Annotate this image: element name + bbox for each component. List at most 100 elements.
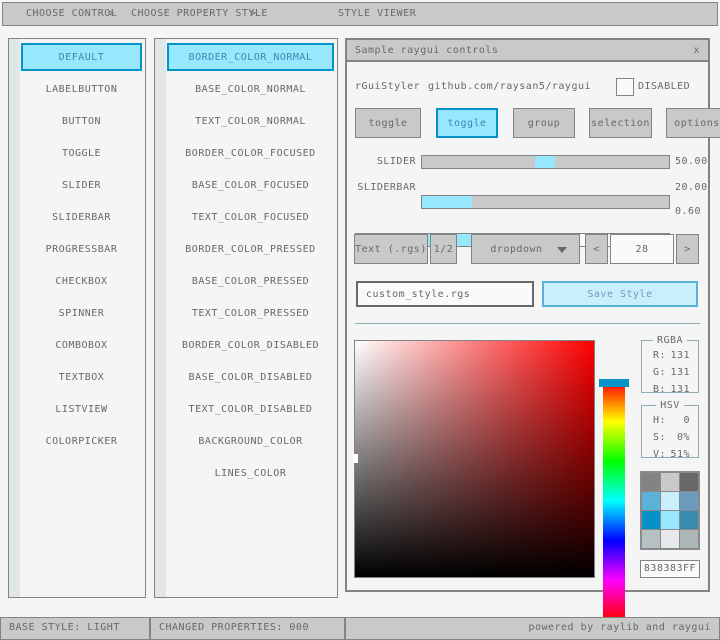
half-button[interactable]: 1/2 xyxy=(430,234,457,264)
toggle-group-item-2[interactable]: group xyxy=(513,108,575,138)
color-picker-area[interactable] xyxy=(354,340,595,578)
toggle-group-item-0[interactable]: toggle xyxy=(355,108,421,138)
rgba-row-b: B: 131 xyxy=(642,383,698,397)
control-item-checkbox[interactable]: CHECKBOX xyxy=(21,267,142,295)
hsv-group: HSV H: 0 S: 0% V: 51% xyxy=(641,405,699,458)
hsv-row-h: H: 0 xyxy=(642,414,698,428)
statusbar-changed-properties: CHANGED PROPERTIES: 000 xyxy=(150,617,345,640)
style-color-swatch[interactable] xyxy=(680,511,698,529)
control-item-sliderbar[interactable]: SLIDERBAR xyxy=(21,203,142,231)
spinner-increment-button[interactable]: > xyxy=(676,234,699,264)
slider-value: 50.00 xyxy=(675,155,708,169)
style-color-swatch[interactable] xyxy=(661,511,679,529)
control-item-colorpicker[interactable]: COLORPICKER xyxy=(21,427,142,455)
repo-link[interactable]: github.com/raysan5/raygui xyxy=(428,78,591,96)
chevron-right-icon: > xyxy=(108,3,115,25)
style-color-swatch-grid xyxy=(640,471,700,550)
filename-input[interactable] xyxy=(356,281,534,307)
dropdown-selected-label: dropdown xyxy=(490,244,542,255)
property-item-text-color-normal[interactable]: TEXT_COLOR_NORMAL xyxy=(167,107,334,135)
property-item-lines-color[interactable]: LINES_COLOR xyxy=(167,459,334,487)
app-name-label: rGuiStyler xyxy=(355,78,420,96)
hsv-row-s: S: 0% xyxy=(642,431,698,445)
disabled-checkbox[interactable] xyxy=(616,78,634,96)
window-titlebar[interactable]: Sample raygui controls x xyxy=(347,40,708,62)
dropdown[interactable]: dropdown xyxy=(471,234,580,264)
rgba-g-value: 131 xyxy=(670,366,690,380)
color-picker-cursor[interactable] xyxy=(353,454,358,463)
control-item-toggle[interactable]: TOGGLE xyxy=(21,139,142,167)
hue-selector[interactable] xyxy=(599,379,629,387)
property-item-border-color-disabled[interactable]: BORDER_COLOR_DISABLED xyxy=(167,331,334,359)
control-item-slider[interactable]: SLIDER xyxy=(21,171,142,199)
style-color-swatch[interactable] xyxy=(680,473,698,491)
rgba-group: RGBA R: 131 G: 131 B: 131 xyxy=(641,340,699,393)
close-icon[interactable]: x xyxy=(693,45,700,56)
property-item-base-color-pressed[interactable]: BASE_COLOR_PRESSED xyxy=(167,267,334,295)
step-choose-property-style: CHOOSE PROPERTY STYLE xyxy=(131,3,268,25)
sliderbar[interactable] xyxy=(421,195,670,209)
control-item-progressbar[interactable]: PROGRESSBAR xyxy=(21,235,142,263)
style-color-swatch[interactable] xyxy=(680,492,698,510)
style-color-swatch[interactable] xyxy=(661,492,679,510)
style-color-swatch[interactable] xyxy=(661,473,679,491)
toggle-group-item-4[interactable]: options xyxy=(666,108,720,138)
property-item-text-color-disabled[interactable]: TEXT_COLOR_DISABLED xyxy=(167,395,334,423)
toggle-group-item-3[interactable]: selection xyxy=(589,108,652,138)
properties-scrollbar[interactable] xyxy=(155,39,166,597)
rgba-b-label: B: xyxy=(653,383,666,397)
style-color-swatch[interactable] xyxy=(642,511,660,529)
text-rgs-button[interactable]: Text (.rgs) xyxy=(354,234,428,264)
sample-controls-window: Sample raygui controls x rGuiStyler gith… xyxy=(345,38,710,592)
control-item-default[interactable]: DEFAULT xyxy=(21,43,142,71)
property-item-base-color-disabled[interactable]: BASE_COLOR_DISABLED xyxy=(167,363,334,391)
save-style-button[interactable]: Save Style xyxy=(542,281,698,307)
rgba-r-label: R: xyxy=(653,349,666,363)
slider-handle[interactable] xyxy=(535,156,555,168)
slider-label: SLIDER xyxy=(347,155,416,169)
statusbar-powered-by: powered by raylib and raygui xyxy=(345,617,720,640)
step-choose-control: CHOOSE CONTROL xyxy=(26,3,117,25)
control-item-textbox[interactable]: TEXTBOX xyxy=(21,363,142,391)
spinner-decrement-button[interactable]: < xyxy=(585,234,608,264)
chevron-down-icon xyxy=(557,247,567,253)
rgba-group-title: RGBA xyxy=(653,335,687,346)
rgba-b-value: 131 xyxy=(670,383,690,397)
divider xyxy=(355,323,700,324)
rgba-g-label: G: xyxy=(653,366,666,380)
hsv-group-title: HSV xyxy=(656,400,684,411)
rgba-r-value: 131 xyxy=(670,349,690,363)
spinner-value-input[interactable] xyxy=(610,234,674,264)
hsv-h-label: H: xyxy=(653,414,666,428)
hex-color-value[interactable]: 838383FF xyxy=(640,560,700,578)
statusbar-base-style: BASE STYLE: LIGHT xyxy=(0,617,150,640)
style-color-swatch[interactable] xyxy=(680,530,698,548)
control-item-listview[interactable]: LISTVIEW xyxy=(21,395,142,423)
control-item-combobox[interactable]: COMBOBOX xyxy=(21,331,142,359)
property-item-base-color-focused[interactable]: BASE_COLOR_FOCUSED xyxy=(167,171,334,199)
property-item-text-color-pressed[interactable]: TEXT_COLOR_PRESSED xyxy=(167,299,334,327)
property-item-border-color-focused[interactable]: BORDER_COLOR_FOCUSED xyxy=(167,139,334,167)
style-color-swatch[interactable] xyxy=(642,473,660,491)
sliderbar-label: SLIDERBAR xyxy=(347,181,416,195)
style-color-swatch[interactable] xyxy=(642,530,660,548)
controls-listview: DEFAULT LABELBUTTON BUTTON TOGGLE SLIDER… xyxy=(8,38,146,598)
control-item-spinner[interactable]: SPINNER xyxy=(21,299,142,327)
toggle-group-item-1[interactable]: toggle xyxy=(436,108,498,138)
control-item-labelbutton[interactable]: LABELBUTTON xyxy=(21,75,142,103)
hsv-row-v: V: 51% xyxy=(642,448,698,462)
hsv-v-value: 51% xyxy=(670,448,690,462)
progressbar-value: 0.60 xyxy=(675,205,701,219)
property-item-border-color-normal[interactable]: BORDER_COLOR_NORMAL xyxy=(167,43,334,71)
hue-bar[interactable] xyxy=(603,382,625,620)
property-item-border-color-pressed[interactable]: BORDER_COLOR_PRESSED xyxy=(167,235,334,263)
control-item-button[interactable]: BUTTON xyxy=(21,107,142,135)
property-item-base-color-normal[interactable]: BASE_COLOR_NORMAL xyxy=(167,75,334,103)
hsv-s-label: S: xyxy=(653,431,666,445)
style-color-swatch[interactable] xyxy=(661,530,679,548)
property-item-text-color-focused[interactable]: TEXT_COLOR_FOCUSED xyxy=(167,203,334,231)
property-item-background-color[interactable]: BACKGROUND_COLOR xyxy=(167,427,334,455)
slider[interactable] xyxy=(421,155,670,169)
style-color-swatch[interactable] xyxy=(642,492,660,510)
controls-scrollbar[interactable] xyxy=(9,39,20,597)
